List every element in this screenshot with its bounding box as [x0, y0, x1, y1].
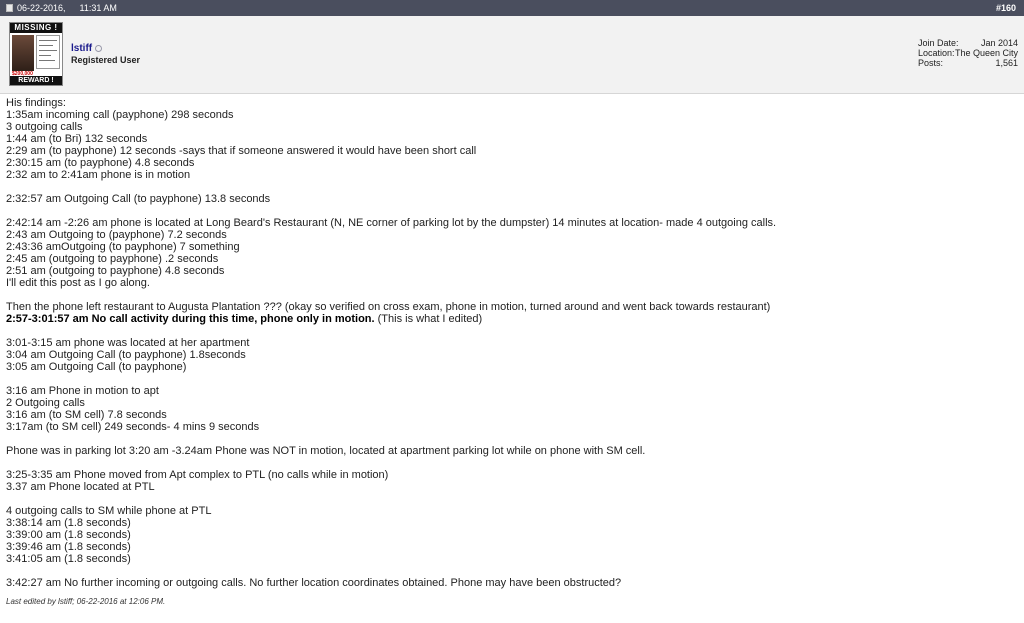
post-line: 3:38:14 am (1.8 seconds) — [6, 517, 131, 529]
post-icon — [6, 4, 13, 12]
post-date: 06-22-2016, — [17, 3, 66, 13]
post-line: 3:39:46 am (1.8 seconds) — [6, 541, 131, 553]
avatar-bottom-text: REWARD ! — [10, 76, 62, 85]
username[interactable]: lstiff — [71, 43, 92, 54]
location-label: Location: — [918, 48, 955, 58]
edit-remark: (This is what I edited) — [374, 313, 483, 325]
post-line: 2:43:36 amOutgoing (to payphone) 7 somet… — [6, 241, 240, 253]
post-line: 3:39:00 am (1.8 seconds) — [6, 529, 131, 541]
post-body: His findings: 1:35am incoming call (payp… — [6, 97, 1016, 589]
post-line: 3:41:05 am (1.8 seconds) — [6, 553, 131, 565]
post-line: 4 outgoing calls to SM while phone at PT… — [6, 505, 212, 517]
user-info-bar: MISSING ! $200,000 REWARD ! lstiff Regis… — [0, 16, 1024, 94]
post-header: 06-22-2016, 11:31 AM #160 — [0, 0, 1024, 16]
post-line: 2 Outgoing calls — [6, 397, 85, 409]
user-title: Registered User — [71, 55, 141, 65]
avatar-info-box — [36, 35, 60, 69]
post-line: Then the phone left restaurant to August… — [6, 301, 771, 313]
post-line: 1:35am incoming call (payphone) 298 seco… — [6, 109, 234, 121]
offline-status-icon — [95, 44, 103, 52]
avatar-top-text: MISSING ! — [10, 23, 62, 33]
posts-label: Posts: — [918, 58, 944, 68]
post-line: 3:04 am Outgoing Call (to payphone) 1.8s… — [6, 349, 246, 361]
post-line: 2:29 am (to payphone) 12 seconds -says t… — [6, 145, 477, 157]
post-line: 3:16 am Phone in motion to apt — [6, 385, 159, 397]
post-line: 2:45 am (outgoing to payphone) .2 second… — [6, 253, 219, 265]
join-date-label: Join Date: — [918, 38, 959, 48]
post-line: 3:01-3:15 am phone was located at her ap… — [6, 337, 250, 349]
join-date-row: Join Date: Jan 2014 — [918, 38, 1018, 48]
post-line: 2:42:14 am -2:26 am phone is located at … — [6, 217, 777, 229]
post-line: I'll edit this post as I go along. — [6, 277, 150, 289]
posts-value: 1,561 — [995, 58, 1018, 68]
user-details: Join Date: Jan 2014 Location: The Queen … — [918, 38, 1018, 68]
post-time: 11:31 AM — [79, 3, 117, 13]
bold-text: 2:57-3:01:57 am No call activity during … — [6, 313, 375, 325]
username-link[interactable]: lstiff — [71, 43, 103, 54]
location-row: Location: The Queen City — [918, 48, 1018, 58]
post-line: 2:32:57 am Outgoing Call (to payphone) 1… — [6, 193, 271, 205]
post-line: 3 outgoing calls — [6, 121, 83, 133]
avatar[interactable]: MISSING ! $200,000 REWARD ! — [9, 22, 63, 86]
join-date-value: Jan 2014 — [980, 38, 1018, 48]
post-line: 2:51 am (outgoing to payphone) 4.8 secon… — [6, 265, 225, 277]
post-line: 2:43 am Outgoing to (payphone) 7.2 secon… — [6, 229, 227, 241]
post-line: 3:05 am Outgoing Call (to payphone) — [6, 361, 187, 373]
post-line: 1:44 am (to Bri) 132 seconds — [6, 133, 148, 145]
last-edited-note: Last edited by lstiff; 06-22-2016 at 12:… — [6, 597, 166, 606]
location-value: The Queen City — [954, 48, 1018, 58]
post-line: 3:17am (to SM cell) 249 seconds- 4 mins … — [6, 421, 260, 433]
post-line: His findings: — [6, 97, 66, 109]
post-number-link[interactable]: #160 — [996, 0, 1016, 16]
post-line-edited: 2:57-3:01:57 am No call activity during … — [6, 313, 1016, 325]
post-line: 3:42:27 am No further incoming or outgoi… — [6, 577, 622, 589]
post-line: 2:30:15 am (to payphone) 4.8 seconds — [6, 157, 195, 169]
post-line: 2:32 am to 2:41am phone is in motion — [6, 169, 191, 181]
post-line: 3:25-3:35 am Phone moved from Apt comple… — [6, 469, 389, 481]
posts-row: Posts: 1,561 — [918, 58, 1018, 68]
post-line: Phone was in parking lot 3:20 am -3.24am… — [6, 445, 646, 457]
post-line: 3:16 am (to SM cell) 7.8 seconds — [6, 409, 167, 421]
avatar-photo — [12, 35, 34, 71]
post-line: 3.37 am Phone located at PTL — [6, 481, 155, 493]
